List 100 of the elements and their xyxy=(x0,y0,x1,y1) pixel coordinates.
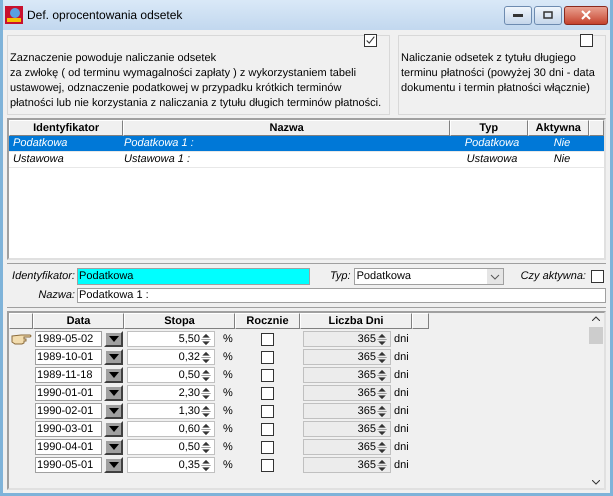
identifier-field[interactable]: Podatkowa xyxy=(77,268,310,285)
days-unit: dni xyxy=(394,422,409,437)
days-field[interactable]: 365 xyxy=(303,457,391,473)
dropdown-button[interactable] xyxy=(104,439,123,455)
scroll-down-icon[interactable] xyxy=(592,480,600,485)
spinner-icon[interactable] xyxy=(376,440,388,454)
checkbox[interactable] xyxy=(261,350,274,364)
caret-icon xyxy=(108,462,118,468)
rate-field[interactable]: 0,50 xyxy=(127,367,215,383)
dropdown-button[interactable] xyxy=(104,457,123,473)
spinner-icon[interactable] xyxy=(200,332,212,346)
field-label: Identyfikator: xyxy=(11,269,76,284)
grid-row[interactable]: Ustawowa Ustawowa 1 : Ustawowa Nie xyxy=(9,152,604,168)
spinner-icon[interactable] xyxy=(376,332,388,346)
days-unit: dni xyxy=(394,350,409,365)
rate-field[interactable]: 2,30 xyxy=(127,385,215,401)
dropdown-caret-icon xyxy=(486,269,503,284)
days-field[interactable]: 365 xyxy=(303,439,391,455)
days-unit: dni xyxy=(394,332,409,347)
rate-field[interactable]: 0,50 xyxy=(127,439,215,455)
days-field[interactable]: 365 xyxy=(303,385,391,401)
scroll-up-icon[interactable] xyxy=(592,316,600,321)
spinner-icon[interactable] xyxy=(376,368,388,382)
date-field[interactable]: 1989-11-18 xyxy=(35,367,102,383)
dropdown-button[interactable] xyxy=(104,403,123,419)
checkbox[interactable] xyxy=(261,368,274,382)
days-field[interactable]: 365 xyxy=(303,349,391,365)
spinner-icon[interactable] xyxy=(200,422,212,436)
checkbox[interactable] xyxy=(261,422,274,436)
name-field[interactable]: Podatkowa 1 : xyxy=(77,288,606,303)
checkbox[interactable] xyxy=(261,440,274,454)
days-unit: dni xyxy=(394,440,409,455)
scroll-thumb[interactable] xyxy=(589,327,603,344)
caret-icon xyxy=(108,390,118,396)
dropdown-button[interactable] xyxy=(104,349,123,365)
column-header[interactable]: Rocznie xyxy=(235,313,300,329)
rate-field[interactable]: 0,60 xyxy=(127,421,215,437)
column-header[interactable]: Data xyxy=(33,313,124,329)
spinner-icon[interactable] xyxy=(200,368,212,382)
days-field[interactable]: 365 xyxy=(303,421,391,437)
spinner-icon[interactable] xyxy=(376,458,388,472)
close-button[interactable] xyxy=(564,6,608,24)
dropdown-button[interactable] xyxy=(104,421,123,437)
checkbox[interactable] xyxy=(580,34,593,47)
days-field[interactable]: 365 xyxy=(303,403,391,419)
rate-field[interactable]: 0,32 xyxy=(127,349,215,365)
spinner-icon[interactable] xyxy=(200,458,212,472)
restore-icon xyxy=(543,11,553,19)
grid-row[interactable]: Podatkowa Podatkowa 1 : Podatkowa Nie xyxy=(9,136,604,152)
pointing-hand-icon xyxy=(9,332,33,346)
dropdown-button[interactable] xyxy=(104,331,123,347)
column-header[interactable]: Aktywna xyxy=(528,120,590,136)
column-header[interactable]: Stopa xyxy=(124,313,235,329)
spinner-icon[interactable] xyxy=(376,350,388,364)
header-filler xyxy=(412,313,429,329)
caret-icon xyxy=(108,426,118,432)
rate-field[interactable]: 1,30 xyxy=(127,403,215,419)
rate-field[interactable]: 5,50 xyxy=(127,331,215,347)
table-cell-text: Nie xyxy=(552,152,572,167)
spinner-icon[interactable] xyxy=(200,386,212,400)
table-cell-text: Ustawowa 1 : xyxy=(124,152,192,167)
maximize-button[interactable] xyxy=(534,6,562,24)
percent-unit: % xyxy=(223,422,233,437)
rate-field[interactable]: 0,35 xyxy=(127,457,215,473)
table-cell-text: Podatkowa 1 : xyxy=(124,136,195,151)
spinner-icon[interactable] xyxy=(200,350,212,364)
table-cell-text: Ustawowa xyxy=(12,152,65,167)
days-field[interactable]: 365 xyxy=(303,331,391,347)
checkbox[interactable] xyxy=(261,404,274,418)
checkbox[interactable] xyxy=(591,270,604,283)
dropdown-button[interactable] xyxy=(104,385,123,401)
spinner-icon[interactable] xyxy=(200,440,212,454)
column-header[interactable]: Typ xyxy=(450,120,528,136)
column-header[interactable]: Identyfikator xyxy=(9,120,124,136)
spinner-icon[interactable] xyxy=(376,386,388,400)
date-field[interactable]: 1989-05-02 xyxy=(35,331,102,347)
option-description: Zaznaczenie powoduje naliczanie odsetek za zwłokę ( od terminu wymagalności zapłaty ) z wykorzystaniem tabeli ustawowej, odznaczenie podatkowej w przypadku krótkich terminów płatności lub nie korzystania z naliczania z tytułu długich terminów płatności. xyxy=(10,51,382,111)
percent-unit: % xyxy=(223,332,233,347)
date-field[interactable]: 1990-01-01 xyxy=(35,385,102,401)
minimize-button[interactable] xyxy=(504,6,532,24)
column-header[interactable]: Liczba Dni xyxy=(300,313,412,329)
type-dropdown[interactable]: Podatkowa xyxy=(354,268,504,285)
checkbox[interactable] xyxy=(364,34,377,47)
days-field[interactable]: 365 xyxy=(303,367,391,383)
date-field[interactable]: 1989-10-01 xyxy=(35,349,102,365)
date-field[interactable]: 1990-03-01 xyxy=(35,421,102,437)
date-field[interactable]: 1990-02-01 xyxy=(35,403,102,419)
spinner-icon[interactable] xyxy=(200,404,212,418)
dropdown-button[interactable] xyxy=(104,367,123,383)
date-field[interactable]: 1990-05-01 xyxy=(35,457,102,473)
percent-unit: % xyxy=(223,440,233,455)
spinner-icon[interactable] xyxy=(376,404,388,418)
checkbox[interactable] xyxy=(261,386,274,400)
checkbox[interactable] xyxy=(261,332,274,346)
column-header[interactable]: Nazwa xyxy=(123,120,450,136)
date-field[interactable]: 1990-04-01 xyxy=(35,439,102,455)
field-label: Typ: xyxy=(330,269,351,284)
checkbox[interactable] xyxy=(261,458,274,472)
spinner-icon[interactable] xyxy=(376,422,388,436)
close-icon xyxy=(581,10,591,20)
